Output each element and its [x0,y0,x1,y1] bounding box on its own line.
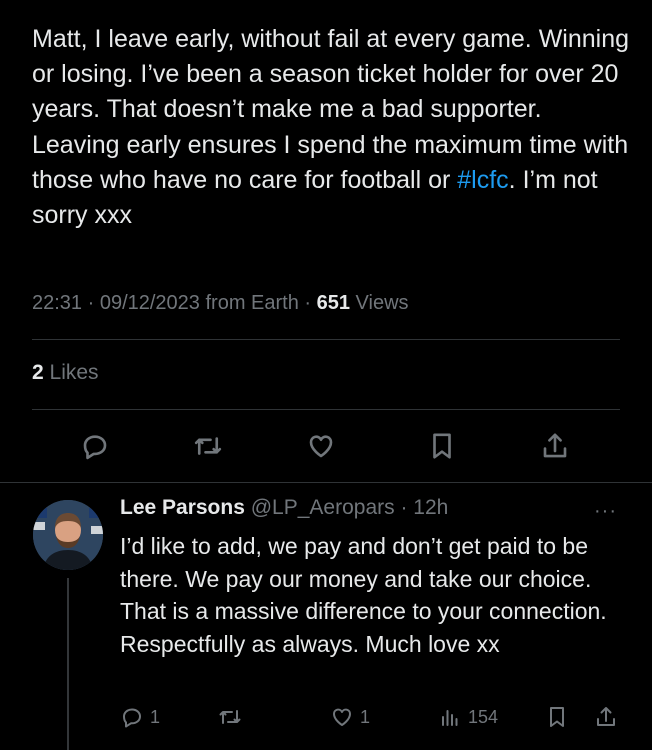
avatar-image [33,500,103,570]
reply-button[interactable] [77,428,113,464]
views-icon [442,710,458,726]
like-icon [333,708,351,726]
divider [32,409,620,410]
tweet-text: Matt, I leave early, without fail at eve… [32,22,632,233]
hashtag-link[interactable]: #lcfc [457,166,508,194]
retweet-icon [219,710,241,724]
bookmark-icon [550,707,564,727]
share-icon [543,433,567,458]
like-icon [309,435,333,458]
share-button[interactable] [537,428,573,464]
likes-count: 2 [32,361,44,384]
divider [32,339,620,340]
reply-text: I’d like to add, we pay and don’t get pa… [120,533,607,657]
bookmark-button[interactable] [424,428,460,464]
retweet-icon [194,437,222,455]
reply-share-button[interactable] [594,703,618,731]
thread-line [67,578,69,750]
like-button[interactable] [303,428,339,464]
views-count: 651 [316,292,350,314]
bookmark-icon [433,433,451,459]
more-options-icon[interactable]: ··· [594,500,617,523]
reply-retweet-button[interactable] [218,703,242,731]
reply-views-count: 154 [468,706,499,727]
likes-link[interactable]: 2 Likes [32,361,99,385]
retweet-button[interactable] [190,428,226,464]
tweet-timestamp[interactable]: 22:31 · 09/12/2023 from Earth · [32,292,317,314]
views-label: Views [349,292,409,314]
reply-header: Lee Parsons @LP_Aeropars · 12h [120,496,448,520]
reply-like-count: 1 [360,706,371,727]
reply-bookmark-button[interactable] [545,703,569,731]
reply-author-name[interactable]: Lee Parsons [120,496,245,519]
reply-like-button[interactable]: 1 [330,703,370,731]
reply-author-handle[interactable]: @LP_Aeropars · 12h [245,496,449,519]
share-icon [597,707,615,726]
reply-views-button[interactable]: 154 [438,703,498,731]
likes-label: Likes [43,361,99,384]
reply-reply-button[interactable]: 1 [120,703,160,731]
reply-reply-count: 1 [150,706,161,727]
tweet-meta: 22:31 · 09/12/2023 from Earth · 651 View… [32,292,409,315]
avatar[interactable] [33,500,103,570]
reply-icon [123,708,141,728]
reply-icon [83,435,107,460]
divider [0,482,652,483]
